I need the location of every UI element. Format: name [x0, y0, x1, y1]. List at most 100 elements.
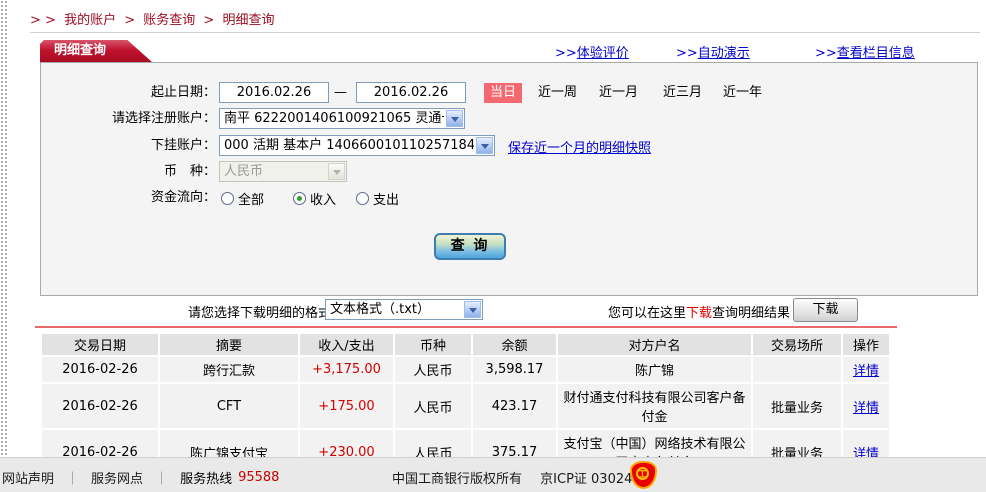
download-format-value: 文本格式（.txt）: [330, 300, 462, 319]
detail-link[interactable]: 详情: [853, 364, 879, 379]
radio-icon: [293, 192, 306, 205]
experience-rating-link[interactable]: >>体验评价: [555, 42, 629, 61]
view-column-info-link[interactable]: >>查看栏目信息: [815, 42, 915, 61]
currency-row: 币 种： 人民币: [41, 161, 977, 183]
flow-radio-expense-label: 支出: [373, 189, 399, 208]
date-range-label: 起止日期：: [41, 82, 216, 104]
sub-account-select[interactable]: 000 活期 基本户 1406600101102571848: [219, 135, 495, 156]
link-label: 自动演示: [698, 46, 750, 61]
breadcrumb-item-detail-query[interactable]: 明细查询: [222, 13, 274, 28]
link-prefix: >>: [676, 46, 698, 61]
copyright-text: 中国工商银行版权所有: [392, 472, 522, 487]
chevron-down-icon: [476, 137, 493, 154]
download-button[interactable]: 下载: [793, 298, 858, 322]
cell-summary: CFT: [160, 384, 298, 428]
chevron-down-icon: [464, 301, 481, 318]
cell-venue: [753, 357, 841, 382]
page: > > 我的账户 > 账务查询 > 明细查询 明细查询 >>体验评价 >>自动演…: [0, 0, 986, 492]
breadcrumb: > > 我的账户 > 账务查询 > 明细查询: [30, 9, 278, 28]
cell-counterparty: 陈广锦: [558, 357, 751, 382]
cell-balance: 423.17: [473, 384, 556, 428]
currency-label: 币 种：: [41, 161, 216, 183]
service-branches-link[interactable]: 服务网点: [91, 468, 143, 487]
col-header-action: 操作: [843, 334, 889, 355]
quick-range-year[interactable]: 近一年: [723, 84, 762, 102]
download-format-select[interactable]: 文本格式（.txt）: [325, 299, 483, 320]
site-statement-link[interactable]: 网站声明: [2, 468, 54, 487]
section-divider-line: [35, 326, 897, 328]
registered-account-label: 请选择注册账户：: [41, 108, 216, 130]
download-format-label: 请您选择下载明细的格式: [188, 302, 331, 321]
registered-account-value: 南平 6222001406100921065 灵通卡: [224, 109, 444, 128]
quick-range-quarter[interactable]: 近三月: [663, 84, 702, 102]
table-header-row: 交易日期 摘要 收入/支出 币种 余额 对方户名 交易场所 操作: [42, 334, 889, 355]
col-header-currency: 币种: [395, 334, 471, 355]
col-header-summary: 摘要: [160, 334, 298, 355]
flow-radio-all[interactable]: 全部: [221, 189, 264, 208]
breadcrumb-item-account-query[interactable]: 账务查询: [143, 13, 195, 28]
flow-direction-label: 资金流向：: [41, 187, 216, 209]
date-from-input[interactable]: [219, 82, 329, 103]
flow-radio-income-label: 收入: [310, 189, 336, 208]
chevron-down-icon: [446, 110, 463, 127]
footer-separator: ｜: [155, 468, 168, 487]
download-hint: 您可以在这里下载查询明细结果: [608, 302, 790, 321]
auto-demo-link[interactable]: >>自动演示: [676, 42, 750, 61]
registered-account-row: 请选择注册账户： 南平 6222001406100921065 灵通卡: [41, 108, 977, 130]
sub-account-label: 下挂账户：: [41, 135, 216, 157]
cell-currency: 人民币: [395, 357, 471, 382]
quick-range-today[interactable]: 当日: [484, 83, 522, 103]
cell-amount: +175.00: [300, 384, 393, 428]
header-divider: [30, 32, 980, 33]
radio-icon: [221, 192, 234, 205]
detail-link[interactable]: 详情: [853, 401, 879, 416]
radio-icon: [356, 192, 369, 205]
cell-counterparty: 财付通支付科技有限公司客户备付金: [558, 384, 751, 428]
col-header-amount: 收入/支出: [300, 334, 393, 355]
cell-venue: 批量业务: [753, 384, 841, 428]
footer-links: 网站声明 ｜ 服务网点 ｜ 服务热线 95588: [2, 468, 279, 487]
left-dotted-divider: [0, 0, 7, 458]
table-row: 2016-02-26 CFT +175.00 人民币 423.17 财付通支付科…: [42, 384, 889, 428]
date-range-row: 起止日期： — 当日 近一周 近一月 近三月 近一年: [41, 82, 977, 104]
footer-separator: ｜: [66, 468, 79, 487]
sub-account-row: 下挂账户： 000 活期 基本户 1406600101102571848 保存近…: [41, 135, 977, 157]
flow-direction-row: 资金流向： 全部 收入 支出: [41, 187, 977, 209]
query-button[interactable]: 查 询: [434, 233, 506, 260]
hotline-label: 服务热线: [180, 468, 232, 487]
breadcrumb-item-my-account[interactable]: 我的账户: [64, 13, 116, 28]
link-label: 查看栏目信息: [837, 46, 915, 61]
quick-range-week[interactable]: 近一周: [538, 84, 577, 102]
currency-value: 人民币: [224, 162, 326, 181]
transactions-table: 交易日期 摘要 收入/支出 币种 余额 对方户名 交易场所 操作 2016-02…: [40, 332, 891, 476]
col-header-date: 交易日期: [42, 334, 158, 355]
link-prefix: >>: [815, 46, 837, 61]
cell-date: 2016-02-26: [42, 357, 158, 382]
download-hint-before: 您可以在这里: [608, 306, 686, 321]
quick-range-month[interactable]: 近一月: [599, 84, 638, 102]
col-header-venue: 交易场所: [753, 334, 841, 355]
col-header-balance: 余额: [473, 334, 556, 355]
link-label: 体验评价: [577, 46, 629, 61]
date-to-input[interactable]: [356, 82, 466, 103]
breadcrumb-separator: >: [203, 13, 214, 28]
query-form-panel: 起止日期： — 当日 近一周 近一月 近三月 近一年 请选择注册账户： 南平 6…: [40, 62, 978, 296]
cell-currency: 人民币: [395, 384, 471, 428]
hotline-number: 95588: [238, 470, 279, 485]
seal-emblem: 工: [636, 467, 649, 480]
breadcrumb-prefix: > >: [30, 13, 56, 28]
currency-select: 人民币: [219, 161, 347, 182]
chevron-down-icon: [328, 163, 345, 180]
cell-date: 2016-02-26: [42, 384, 158, 428]
table-row: 2016-02-26 跨行汇款 +3,175.00 人民币 3,598.17 陈…: [42, 357, 889, 382]
col-header-counterparty: 对方户名: [558, 334, 751, 355]
registered-account-select[interactable]: 南平 6222001406100921065 灵通卡: [219, 108, 465, 129]
footer-copyright: 中国工商银行版权所有 京ICP证 030247号: [392, 468, 654, 487]
flow-radio-expense[interactable]: 支出: [356, 189, 399, 208]
download-inline-link[interactable]: 下载: [686, 306, 712, 321]
cell-balance: 3,598.17: [473, 357, 556, 382]
download-hint-after: 查询明细结果: [712, 306, 790, 321]
flow-radio-income[interactable]: 收入: [293, 189, 336, 208]
save-snapshot-link[interactable]: 保存近一个月的明细快照: [508, 137, 651, 156]
cell-amount: +3,175.00: [300, 357, 393, 382]
